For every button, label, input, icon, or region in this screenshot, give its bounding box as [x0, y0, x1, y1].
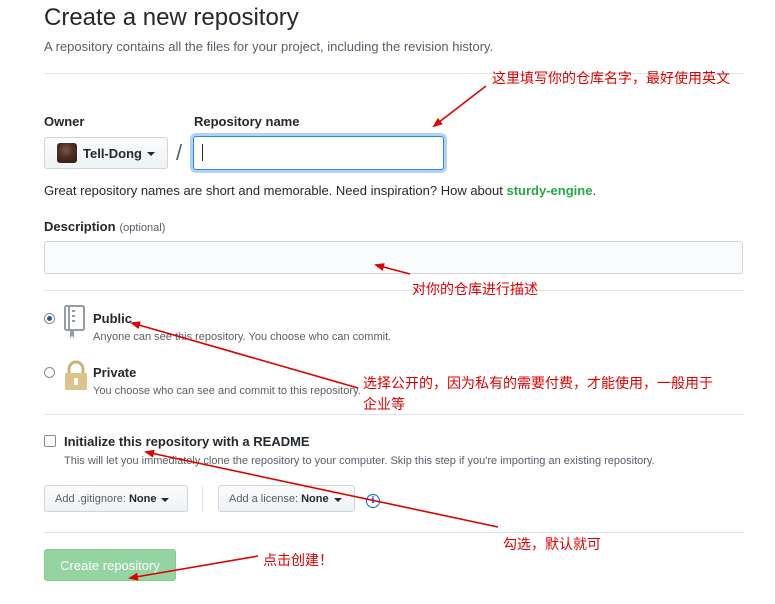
annotation-arrows: [128, 85, 499, 581]
gitignore-value: None: [128, 492, 157, 505]
license-value: None: [301, 492, 329, 505]
private-radio[interactable]: [44, 367, 55, 378]
arrow-to-repo-name: [432, 85, 487, 128]
readme-note: This will let you immediately clone the …: [64, 455, 655, 467]
divider: [44, 532, 744, 533]
lock-icon: [65, 360, 87, 390]
name-hint: Great repository names are short and mem…: [44, 183, 596, 198]
name-suggestion-link[interactable]: sturdy-engine: [506, 183, 592, 198]
page-title: Create a new repository: [44, 4, 299, 31]
private-label: Private: [93, 365, 137, 380]
create-repository-button[interactable]: Create repository: [44, 549, 176, 581]
readme-checkbox[interactable]: [44, 435, 56, 447]
owner-name: Tell-Dong: [83, 145, 142, 161]
annotation-name: 这里填写你的仓库名字，最好使用英文: [492, 71, 730, 87]
public-note: Anyone can see this repository. You choo…: [93, 331, 392, 343]
gitignore-dropdown[interactable]: Add .gitignore: None: [44, 485, 188, 512]
annotation-description: 对你的仓库进行描述: [412, 282, 538, 298]
divider: [44, 290, 744, 291]
owner-label: Owner: [44, 114, 85, 129]
repo-name-label: Repository name: [194, 114, 300, 129]
repo-book-icon: [64, 305, 85, 338]
chevron-down-icon: [333, 497, 342, 502]
avatar: [57, 143, 77, 163]
readme-label: Initialize this repository with a README: [64, 434, 310, 449]
annotation-visibility-1: 选择公开的，因为私有的需要付费，才能使用，一般用于: [363, 376, 713, 392]
annotation-visibility-2: 企业等: [363, 397, 405, 413]
description-label-text: Description: [44, 219, 116, 234]
chevron-down-icon: [161, 497, 170, 502]
chevron-down-icon: [146, 152, 155, 156]
info-icon[interactable]: i: [366, 494, 380, 508]
owner-repo-separator: /: [176, 140, 183, 165]
gitignore-label: Add .gitignore:: [55, 492, 126, 505]
divider: [44, 414, 744, 415]
name-hint-text: Great repository names are short and mem…: [44, 183, 503, 198]
description-input[interactable]: [44, 241, 743, 274]
public-label: Public: [93, 311, 133, 326]
description-label: Description (optional): [44, 219, 165, 234]
owner-dropdown[interactable]: Tell-Dong: [44, 137, 168, 169]
name-hint-end: .: [592, 183, 597, 198]
annotation-create: 点击创建！: [263, 553, 333, 569]
public-radio[interactable]: [44, 313, 55, 324]
repo-name-input[interactable]: [193, 136, 444, 170]
page-subtitle: A repository contains all the files for …: [44, 39, 494, 54]
license-dropdown[interactable]: Add a license: None: [218, 485, 355, 512]
private-note: You choose who can see and commit to thi…: [93, 385, 361, 397]
separator: [202, 486, 203, 513]
optional-tag: (optional): [119, 222, 166, 234]
text-cursor: [202, 144, 203, 161]
annotation-readme: 勾选，默认就可: [503, 537, 601, 553]
license-label: Add a license:: [229, 492, 299, 505]
